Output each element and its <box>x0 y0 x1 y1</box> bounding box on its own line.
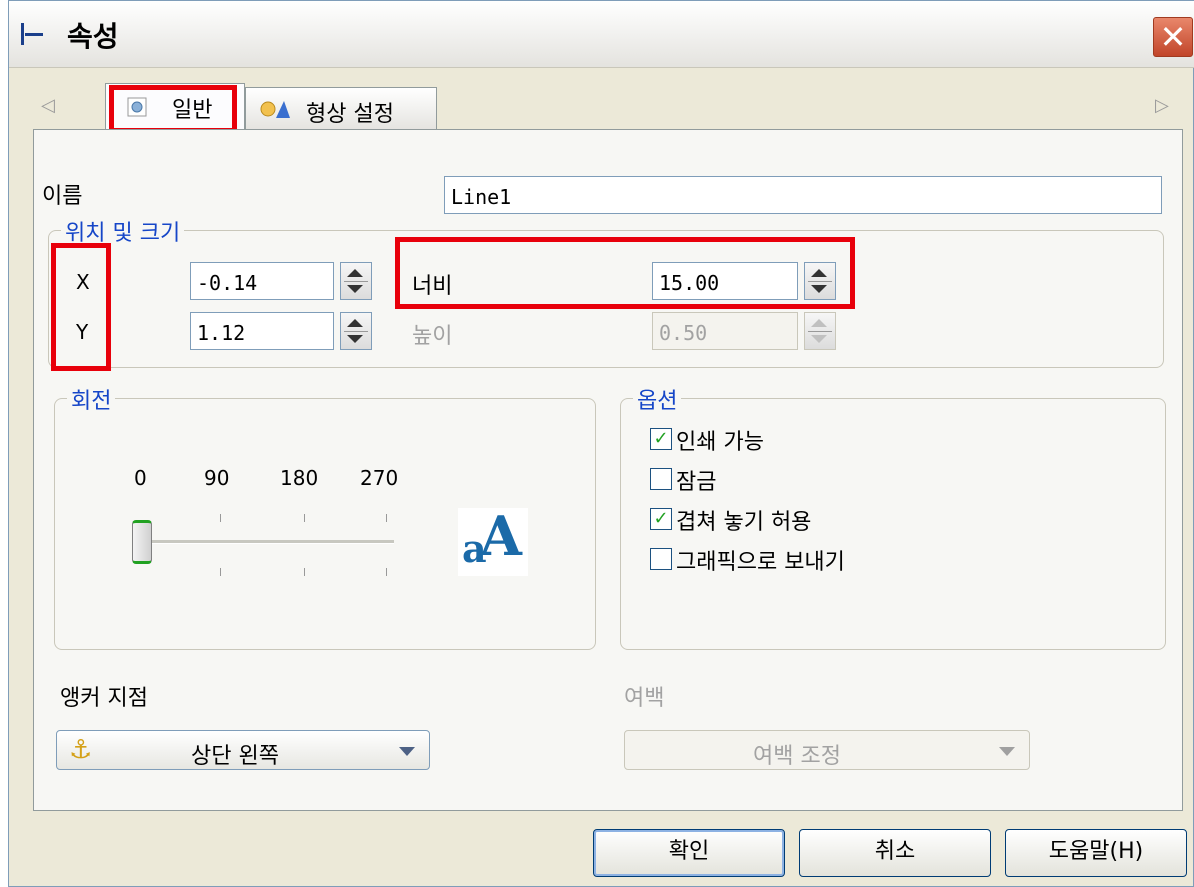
general-tab-panel: 이름 Line1 위치 및 크기 X -0.14 Y 1.12 너비 15.00… <box>33 129 1183 811</box>
highlight-box-xy <box>51 243 111 371</box>
rotation-legend: 회전 <box>67 383 116 415</box>
checkbox-lock[interactable] <box>650 468 672 490</box>
x-input[interactable]: -0.14 <box>190 262 334 300</box>
rotation-slider-track[interactable] <box>138 540 394 544</box>
option-printable-label: 인쇄 가능 <box>676 430 764 455</box>
chevron-down-icon <box>399 747 415 756</box>
checkbox-printable[interactable]: ✓ <box>650 428 672 450</box>
checkbox-allow-overlap[interactable]: ✓ <box>650 508 672 530</box>
checkbox-export-graphic[interactable] <box>650 548 672 570</box>
x-spinner[interactable] <box>340 262 372 300</box>
rotation-slider-thumb[interactable] <box>132 520 152 564</box>
rotation-tick <box>304 514 305 522</box>
help-button[interactable]: 도움말(H) <box>1005 829 1187 877</box>
tab-shape-settings[interactable]: 형상 설정 <box>245 87 437 131</box>
highlight-box-tab <box>109 85 237 133</box>
option-export-graphic-label: 그래픽으로 보내기 <box>676 550 845 575</box>
y-input[interactable]: 1.12 <box>190 312 334 350</box>
margin-value: 여백 조정 <box>753 744 841 769</box>
cancel-button[interactable]: 취소 <box>799 829 991 877</box>
title-bar: 속성 ✕ <box>9 1 1194 68</box>
height-spinner <box>804 312 836 350</box>
option-lock-label: 잠금 <box>676 470 717 495</box>
rotation-tick <box>386 514 387 522</box>
margin-label: 여백 <box>624 686 665 711</box>
height-input: 0.50 <box>652 312 798 350</box>
anchor-value: 상단 왼쪽 <box>191 744 279 769</box>
rotation-tick <box>304 568 305 576</box>
name-input[interactable]: Line1 <box>444 176 1162 214</box>
preview-large-a: A <box>480 504 522 568</box>
ok-button[interactable]: 확인 <box>593 829 785 877</box>
y-spinner[interactable] <box>340 312 372 350</box>
margin-dropdown: 여백 조정 <box>624 730 1030 770</box>
chevron-down-icon <box>999 747 1015 756</box>
rotation-tick <box>386 568 387 576</box>
close-button[interactable]: ✕ <box>1153 17 1193 57</box>
dialog-icon <box>19 21 49 47</box>
rotation-tick-label-270: 270 <box>360 466 399 490</box>
tab-scroll-right-icon[interactable]: ▷ <box>1155 95 1169 116</box>
anchor-dropdown[interactable]: ⚓ 상단 왼쪽 <box>56 730 430 770</box>
height-label: 높이 <box>412 324 453 349</box>
name-label: 이름 <box>42 184 83 209</box>
tab-shape-settings-label: 형상 설정 <box>306 102 394 127</box>
anchor-icon: ⚓ <box>69 735 93 765</box>
tab-scroll-left-icon[interactable]: ◁ <box>41 95 55 116</box>
rotation-tick <box>220 568 221 576</box>
anchor-label: 앵커 지점 <box>60 686 148 711</box>
rotation-tick-label-180: 180 <box>280 466 319 490</box>
rotation-tick-label-0: 0 <box>134 466 147 490</box>
shapes-icon <box>260 101 290 118</box>
options-legend: 옵션 <box>633 383 682 415</box>
properties-dialog: 속성 ✕ ◁ ▷ 일반 형상 설정 이름 Line1 위치 및 크기 X -0.… <box>8 0 1194 887</box>
rotation-tick-label-90: 90 <box>204 466 230 490</box>
option-allow-overlap-label: 겹쳐 놓기 허용 <box>676 510 812 535</box>
rotation-tick <box>220 514 221 522</box>
highlight-box-width <box>395 237 855 309</box>
dialog-title: 속성 <box>67 20 119 53</box>
rotation-preview-icon: a A <box>458 504 528 576</box>
